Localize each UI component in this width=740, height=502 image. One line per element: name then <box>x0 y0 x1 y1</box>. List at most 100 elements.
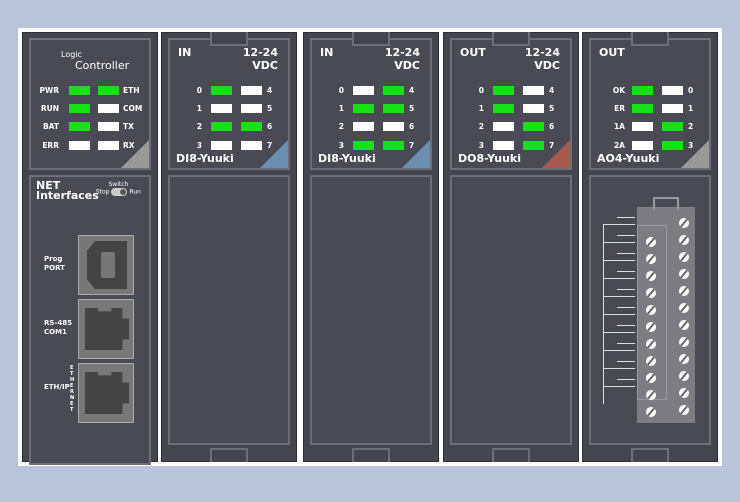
channel-led <box>241 104 262 113</box>
screw-terminal[interactable] <box>646 288 656 298</box>
run-stop-switch[interactable]: Switch Stop Run <box>96 181 141 196</box>
channel-label: 2 <box>338 122 344 131</box>
channel-label: 1 <box>338 104 344 113</box>
switch-row: Stop Run <box>96 188 141 196</box>
net-title-line: Interfaces <box>36 189 99 202</box>
module-voltage: 12-24 VDC <box>385 46 420 72</box>
wire-line <box>603 296 635 314</box>
channel-led <box>662 86 683 95</box>
channel-label: OK <box>612 86 625 95</box>
led-label: BAT <box>42 122 59 131</box>
io-module-do8-yuuki: OUT 12-24 VDC 0 4 1 5 2 6 3 7 DO8-Yuuki <box>443 32 579 462</box>
channel-led <box>353 104 374 113</box>
screw-terminal[interactable] <box>679 354 689 364</box>
channel-label: 0 <box>338 86 344 95</box>
screw-terminal[interactable] <box>679 286 689 296</box>
screw-terminal[interactable] <box>679 235 689 245</box>
led-row: 04 <box>452 86 570 96</box>
channel-label: 3 <box>338 141 344 150</box>
channel-led <box>632 86 653 95</box>
wire-line <box>603 242 635 260</box>
channel-label: 3 <box>196 141 202 150</box>
corner-marker <box>681 140 709 168</box>
port-label: ETH/IP <box>44 383 70 392</box>
channel-led <box>353 86 374 95</box>
screw-terminal[interactable] <box>646 356 656 366</box>
screw-terminal[interactable] <box>679 388 689 398</box>
channel-led <box>353 122 374 131</box>
channel-led <box>211 86 232 95</box>
port-label: RS-485 COM1 <box>44 319 72 337</box>
led-label: COM <box>123 104 143 113</box>
screw-terminal[interactable] <box>679 320 689 330</box>
channel-led <box>211 104 232 113</box>
channel-label: 3 <box>478 141 484 150</box>
channel-led <box>383 104 404 113</box>
controller-status-panel: Logic Controller PWR ETH RUN COM BAT TX ERR RX <box>29 38 151 170</box>
screw-terminal[interactable] <box>679 371 689 381</box>
module-name: AO4-Yuuki <box>597 152 660 165</box>
rj45-port[interactable] <box>78 299 134 359</box>
rj45-icon <box>85 308 129 350</box>
corner-marker <box>542 140 570 168</box>
status-led <box>69 122 90 131</box>
port-label-line: RS-485 <box>44 319 72 327</box>
top-latch <box>631 32 669 46</box>
channel-led <box>383 122 404 131</box>
screw-terminal[interactable] <box>679 337 689 347</box>
screw-terminal[interactable] <box>679 303 689 313</box>
voltage-line: VDC <box>252 59 278 72</box>
rj45-port[interactable] <box>78 363 134 423</box>
module-name: DO8-Yuuki <box>458 152 521 165</box>
screw-terminal[interactable] <box>646 237 656 247</box>
channel-led <box>523 86 544 95</box>
wire-line <box>617 343 635 344</box>
terminal-block[interactable] <box>637 207 695 423</box>
screw-terminal[interactable] <box>679 405 689 415</box>
screw-terminal[interactable] <box>646 339 656 349</box>
module-direction: OUT <box>460 46 486 59</box>
screw-terminal[interactable] <box>646 254 656 264</box>
channel-led <box>523 141 544 150</box>
switch-stop-label: Stop <box>95 188 110 196</box>
usb-b-port[interactable] <box>78 235 134 295</box>
corner-marker <box>260 140 288 168</box>
wire-line <box>603 332 635 350</box>
channel-led <box>632 104 653 113</box>
channel-led <box>241 141 262 150</box>
module-direction: OUT <box>599 46 625 59</box>
module-terminal-panel <box>310 175 432 445</box>
screw-terminal[interactable] <box>679 269 689 279</box>
screw-terminal[interactable] <box>646 271 656 281</box>
channel-led <box>211 122 232 131</box>
top-latch <box>352 32 390 46</box>
voltage-line: 12-24 <box>384 46 420 59</box>
screw-terminal[interactable] <box>646 322 656 332</box>
voltage-line: VDC <box>394 59 420 72</box>
channel-label: 0 <box>478 86 484 95</box>
plc-rack: Logic Controller PWR ETH RUN COM BAT TX ERR RX NET… <box>18 28 722 466</box>
screw-terminal[interactable] <box>646 390 656 400</box>
led-row: 15 <box>452 104 570 114</box>
voltage-line: 12-24 <box>524 46 560 59</box>
channel-label: 5 <box>267 104 273 113</box>
corner-marker <box>402 140 430 168</box>
channel-label: 5 <box>549 104 555 113</box>
channel-led <box>493 86 514 95</box>
channel-led <box>632 141 653 150</box>
toggle-switch[interactable] <box>111 188 128 196</box>
led-row: OK 0 <box>591 86 709 96</box>
screw-terminal[interactable] <box>646 373 656 383</box>
screw-terminal[interactable] <box>646 407 656 417</box>
screw-terminal[interactable] <box>679 252 689 262</box>
channel-led <box>662 141 683 150</box>
channel-label: 1A <box>613 122 625 131</box>
screw-terminal[interactable] <box>646 305 656 315</box>
channel-led <box>211 141 232 150</box>
screw-terminal[interactable] <box>679 218 689 228</box>
wire-line <box>603 278 635 296</box>
status-led <box>98 86 119 95</box>
led-row: 26 <box>170 122 288 132</box>
module-voltage: 12-24 VDC <box>243 46 278 72</box>
channel-label: 0 <box>196 86 202 95</box>
